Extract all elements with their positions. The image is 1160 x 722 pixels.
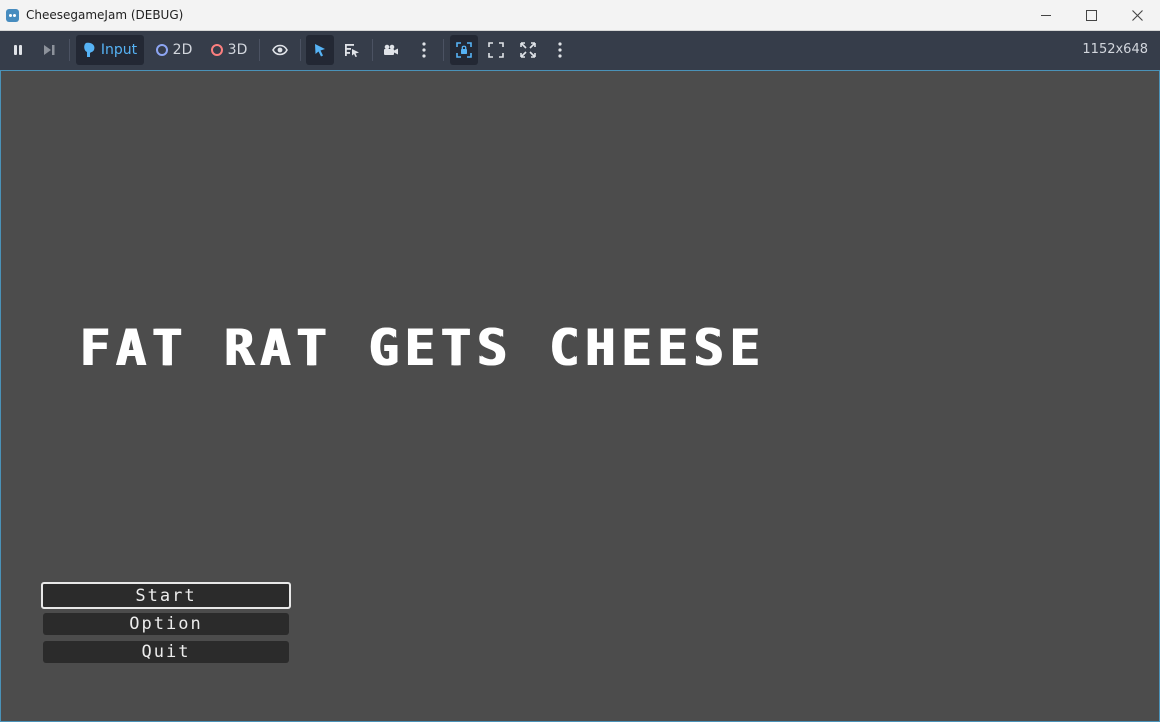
option-button[interactable]: Option [43, 613, 289, 635]
keep-aspect-button[interactable] [516, 35, 540, 65]
camera-button[interactable] [378, 35, 404, 65]
more-vertical-icon [558, 42, 562, 58]
fullscreen-button[interactable] [484, 35, 508, 65]
input-mode-label: Input [100, 42, 138, 58]
circle-2d-icon [155, 44, 168, 56]
list-select-button[interactable] [339, 35, 365, 65]
start-button[interactable]: Start [41, 582, 291, 609]
camera-icon [384, 44, 398, 55]
mode-3d-button[interactable]: 3D [205, 35, 253, 65]
toolbar-divider [259, 39, 260, 61]
minimize-icon [1041, 14, 1051, 16]
window-title: CheesegameJam (DEBUG) [26, 8, 184, 22]
game-viewport[interactable]: FAT RAT GETS CHEESE Start Option Quit [0, 70, 1160, 722]
lock-frame-icon [456, 42, 472, 58]
next-frame-button[interactable] [37, 35, 61, 65]
next-frame-icon [44, 45, 55, 55]
mode-2d-button[interactable]: 2D [151, 35, 197, 65]
godot-app-icon [6, 9, 19, 22]
mode-2d-label: 2D [172, 42, 193, 58]
quit-button[interactable]: Quit [43, 641, 289, 663]
embed-window-button[interactable] [450, 35, 478, 65]
resolution-readout: 1152x648 [1082, 42, 1148, 57]
toolbar-divider [443, 39, 444, 61]
pause-icon [14, 45, 22, 55]
window-options-button[interactable] [548, 35, 572, 65]
toolbar-divider [300, 39, 301, 61]
debug-toolbar: Input 2D 3D 1152x648 [0, 31, 1160, 70]
minimize-button[interactable] [1023, 0, 1069, 30]
game-title: FAT RAT GETS CHEESE [79, 319, 765, 377]
close-icon [1131, 9, 1143, 21]
select-tool-button[interactable] [306, 35, 334, 65]
arrows-out-icon [520, 42, 536, 58]
mode-3d-label: 3D [227, 42, 248, 58]
visibility-button[interactable] [267, 35, 293, 65]
circle-3d-icon [210, 44, 223, 56]
list-select-icon [345, 44, 359, 57]
camera-options-button[interactable] [412, 35, 436, 65]
eye-icon [272, 44, 288, 56]
expand-icon [488, 42, 504, 58]
maximize-icon [1085, 9, 1097, 21]
pause-button[interactable] [6, 35, 30, 65]
more-vertical-icon [422, 42, 426, 58]
toolbar-divider [69, 39, 70, 61]
input-mode-button[interactable]: Input [76, 35, 144, 65]
arrow-cursor-icon [315, 44, 325, 57]
maximize-button[interactable] [1068, 0, 1114, 30]
close-button[interactable] [1114, 0, 1160, 30]
title-bar: CheesegameJam (DEBUG) [0, 0, 1160, 31]
joypad-hand-icon [84, 42, 95, 57]
toolbar-divider [372, 39, 373, 61]
game-window: CheesegameJam (DEBUG) Input 2D 3D 1152x6… [0, 0, 1160, 722]
